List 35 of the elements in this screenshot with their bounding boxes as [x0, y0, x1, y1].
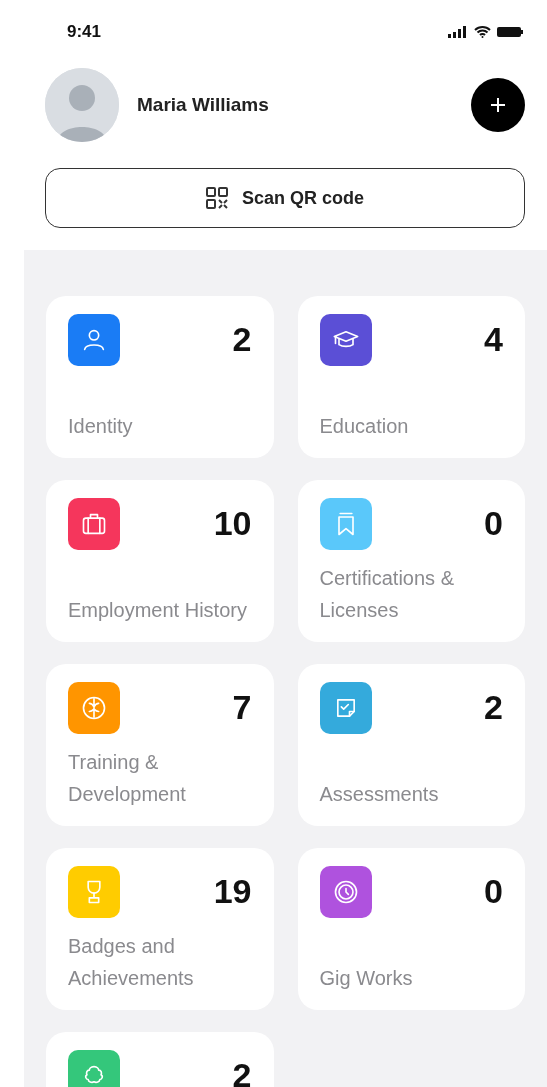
- category-count: 0: [484, 506, 503, 540]
- category-count: 0: [484, 874, 503, 908]
- category-count: 10: [213, 506, 252, 540]
- category-card[interactable]: 2 Identity: [46, 296, 274, 458]
- category-count: 2: [484, 690, 503, 724]
- category-label: Employment History: [68, 598, 248, 623]
- category-count: 4: [484, 322, 503, 356]
- category-label: Assessments: [319, 782, 440, 807]
- category-count: 2: [232, 322, 252, 356]
- category-label: Training & Development: [68, 750, 187, 807]
- category-card[interactable]: 7 Training & Development: [46, 664, 274, 826]
- status-time: 9:41: [67, 22, 102, 42]
- category-card[interactable]: 0 Gig Works: [297, 848, 525, 1010]
- category-label: Education: [319, 414, 410, 439]
- qr-code-icon: [205, 187, 228, 209]
- category-count: 7: [232, 690, 252, 724]
- wifi-icon: [474, 26, 491, 38]
- add-button[interactable]: [471, 78, 525, 132]
- category-label: Gig Works: [319, 966, 414, 991]
- signal-icon: [448, 26, 468, 38]
- category-label: Identity: [68, 414, 134, 439]
- category-label: Certifications & Licenses: [319, 566, 455, 623]
- category-count: 19: [213, 874, 252, 908]
- battery-icon: [497, 26, 523, 38]
- category-count: 2: [232, 1058, 252, 1087]
- category-card[interactable]: 2: [46, 1032, 274, 1087]
- category-card[interactable]: 0 Certifications & Licenses: [297, 480, 525, 642]
- user-name: Maria Williams: [137, 94, 270, 116]
- plus-icon: [491, 98, 505, 112]
- scan-qr-button[interactable]: Scan QR code: [45, 168, 525, 228]
- category-card[interactable]: 19 Badges and Achievements: [46, 848, 274, 1010]
- category-card[interactable]: 10 Employment History: [46, 480, 274, 642]
- category-card[interactable]: 2 Assessments: [297, 664, 525, 826]
- category-label: Badges and Achievements: [68, 934, 195, 991]
- category-card[interactable]: 4 Education: [297, 296, 525, 458]
